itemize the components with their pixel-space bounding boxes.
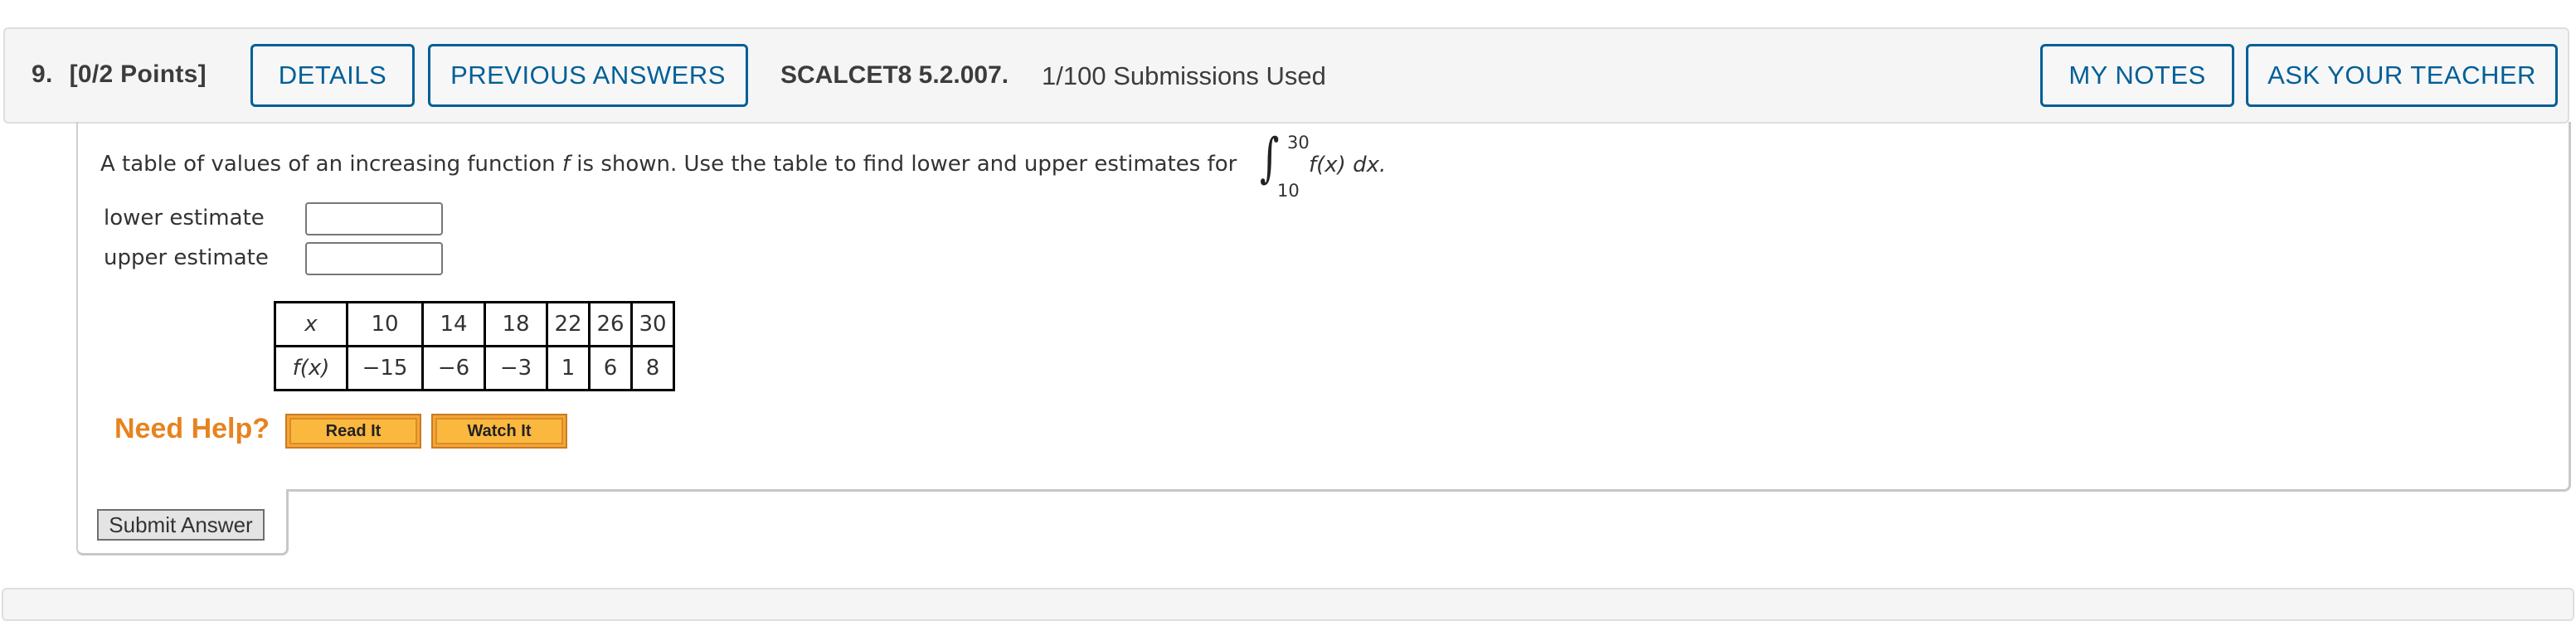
previous-answers-button[interactable]: PREVIOUS ANSWERS bbox=[428, 44, 748, 107]
definite-integral: ∫ 30 10 f(x) dx. bbox=[1256, 128, 1422, 206]
table-header-fx: f(x) bbox=[274, 345, 348, 391]
problem-code: SCALCET8 5.2.007. bbox=[780, 61, 1009, 89]
table-cell: 26 bbox=[588, 301, 633, 347]
table-cell: −6 bbox=[421, 345, 486, 391]
question-prompt: A table of values of an increasing funct… bbox=[100, 152, 1237, 177]
table-cell: 1 bbox=[546, 345, 591, 391]
table-row-x: x 10 14 18 22 26 30 bbox=[274, 301, 675, 347]
table-cell: −15 bbox=[346, 345, 424, 391]
ask-your-teacher-button[interactable]: ASK YOUR TEACHER bbox=[2246, 44, 2558, 107]
table-cell: 14 bbox=[421, 301, 486, 347]
table-cell: −3 bbox=[484, 345, 548, 391]
my-notes-button[interactable]: MY NOTES bbox=[2040, 44, 2234, 107]
submissions-used: 1/100 Submissions Used bbox=[1042, 61, 1326, 90]
integral-sign-icon: ∫ bbox=[1260, 128, 1280, 189]
integral-lower-limit: 10 bbox=[1277, 181, 1300, 201]
watch-it-button[interactable]: Watch It bbox=[431, 414, 567, 449]
table-header-x: x bbox=[274, 301, 348, 347]
table-cell: 6 bbox=[588, 345, 633, 391]
integrand: f(x) dx. bbox=[1309, 153, 1387, 177]
function-variable: f bbox=[561, 152, 571, 177]
upper-estimate-label: upper estimate bbox=[104, 245, 269, 270]
values-table: x 10 14 18 22 26 30 f(x) −15 −6 −3 1 6 8 bbox=[274, 301, 675, 391]
submit-answer-button[interactable]: Submit Answer bbox=[97, 509, 265, 541]
read-it-button[interactable]: Read It bbox=[285, 414, 421, 449]
question-header: 9. [0/2 Points] DETAILS PREVIOUS ANSWERS … bbox=[3, 27, 2569, 124]
integral-upper-limit: 30 bbox=[1287, 133, 1310, 153]
table-cell: 22 bbox=[546, 301, 591, 347]
table-cell: 18 bbox=[484, 301, 548, 347]
lower-estimate-input[interactable] bbox=[305, 202, 443, 235]
upper-estimate-input[interactable] bbox=[305, 242, 443, 275]
lower-estimate-label: lower estimate bbox=[104, 206, 265, 230]
table-cell: 8 bbox=[630, 345, 675, 391]
points-score: [0/2 Points] bbox=[69, 61, 207, 88]
table-row-fx: f(x) −15 −6 −3 1 6 8 bbox=[274, 345, 675, 391]
details-button[interactable]: DETAILS bbox=[250, 44, 415, 107]
table-cell: 10 bbox=[346, 301, 424, 347]
question-index: 9. bbox=[32, 61, 53, 88]
table-cell: 30 bbox=[630, 301, 675, 347]
need-help-label: Need Help? bbox=[114, 413, 270, 444]
question-number: 9. [0/2 Points] bbox=[32, 61, 207, 89]
next-question-header bbox=[2, 588, 2574, 621]
